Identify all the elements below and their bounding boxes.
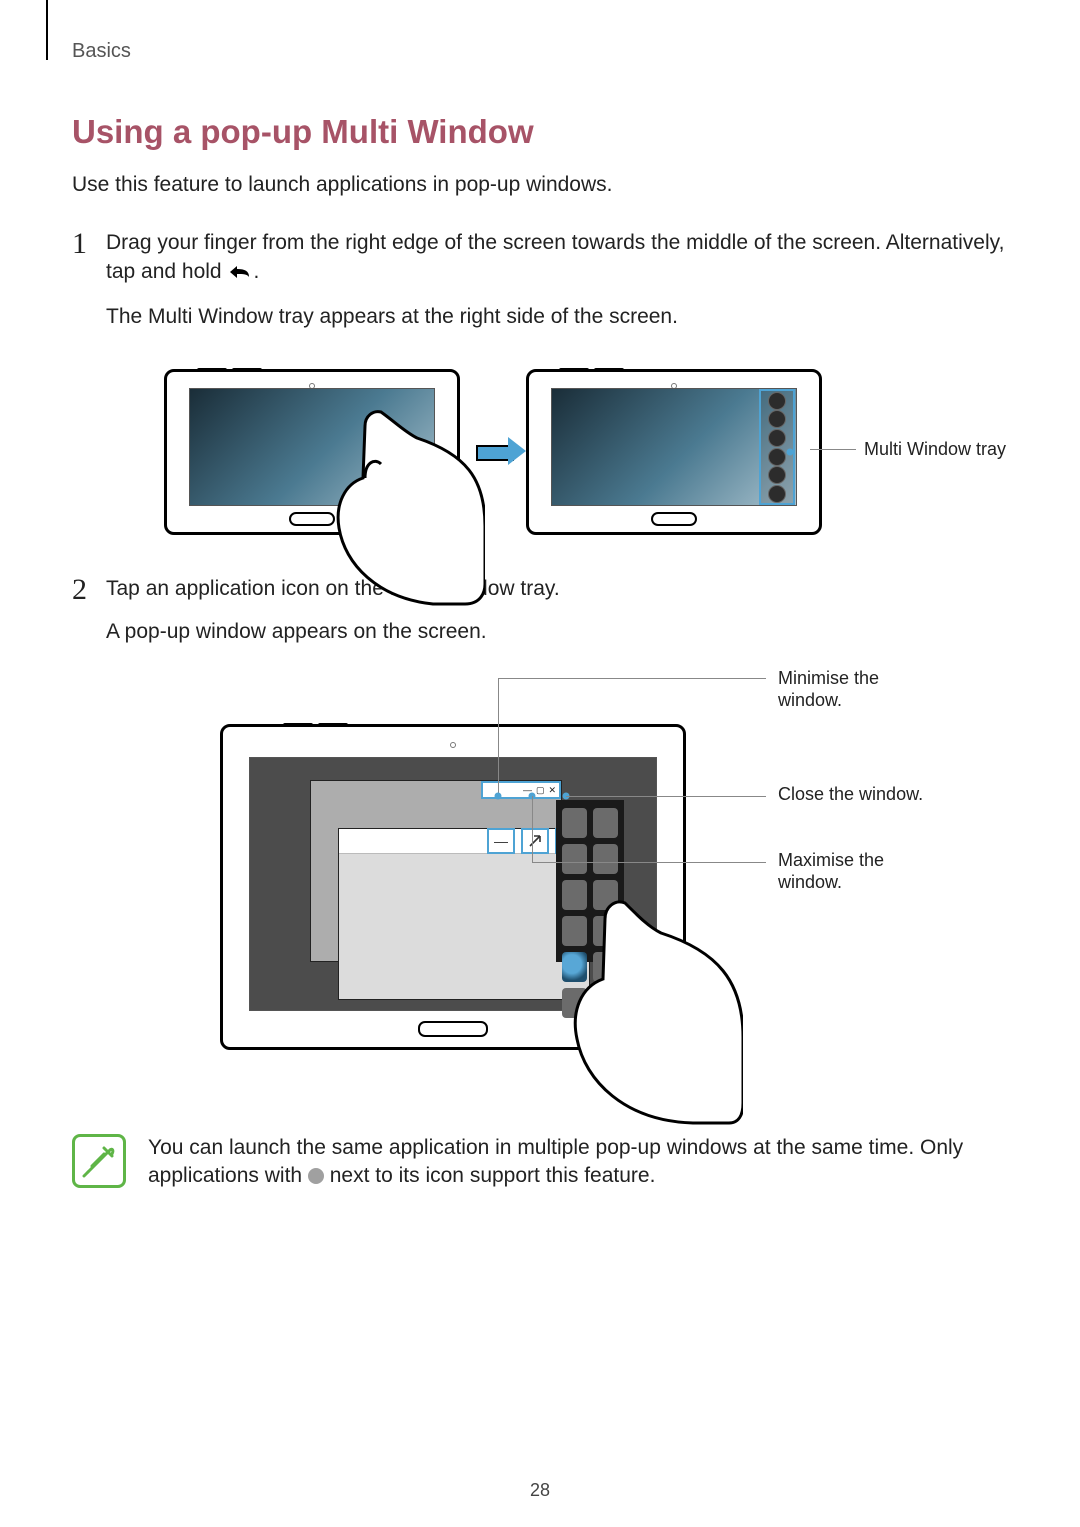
maximise-button-icon [521, 828, 549, 854]
tablet-after [526, 369, 822, 535]
back-icon [227, 261, 253, 289]
breadcrumb: Basics [72, 40, 1008, 63]
note-text: You can launch the same application in m… [148, 1134, 1008, 1191]
step-2: 2 Tap an application icon on the Multi W… [60, 575, 1008, 660]
step-1-text-1: Drag your finger from the right edge of … [106, 229, 1008, 289]
popup-window-front: — [338, 828, 590, 1000]
tablet-before [164, 369, 460, 535]
note: You can launch the same application in m… [72, 1134, 1008, 1191]
step-1-text-2: The Multi Window tray appears at the rig… [106, 303, 1008, 331]
section-intro: Use this feature to launch applications … [72, 171, 1008, 199]
popup-back-titlebar: —▢✕ [481, 781, 561, 799]
step-1: 1 Drag your finger from the right edge o… [60, 229, 1008, 345]
section-title: Using a pop-up Multi Window [72, 113, 1008, 151]
step-2-text-1: Tap an application icon on the Multi Win… [106, 575, 1008, 603]
tablet-popup: —▢✕ — [220, 724, 686, 1050]
callout-multi-window-tray: Multi Window tray [864, 439, 1006, 460]
minimise-button-icon: — [487, 828, 515, 854]
step-2-number: 2 [72, 575, 106, 660]
callout-minimise: Minimise the window. [778, 668, 928, 711]
callout-close: Close the window. [778, 784, 928, 806]
multi-window-tray-big [556, 800, 624, 962]
note-icon [72, 1134, 126, 1188]
figure-popup-window: —▢✕ — [220, 684, 1008, 1094]
multiwindow-indicator-icon [308, 1168, 324, 1184]
callout-maximise: Maximise the window. [778, 850, 938, 893]
step-2-text-2: A pop-up window appears on the screen. [106, 618, 1008, 646]
page-number: 28 [0, 1480, 1080, 1501]
step-1-number: 1 [72, 229, 106, 345]
multi-window-tray [759, 389, 795, 505]
figure-swipe-to-open-tray: Multi Window tray [164, 369, 1008, 535]
